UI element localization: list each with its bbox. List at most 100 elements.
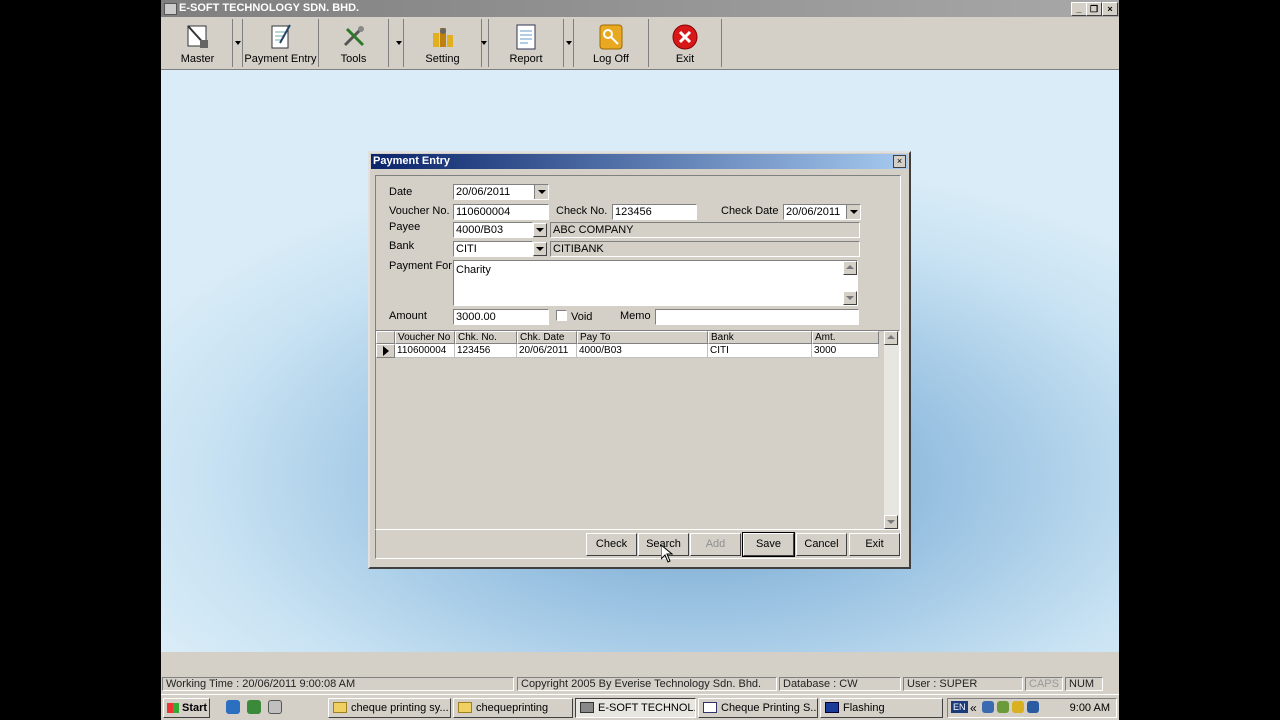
amount-field[interactable]: 3000.00 — [453, 309, 549, 325]
column-header[interactable]: Voucher No — [395, 331, 455, 344]
toolbar-tools-button[interactable]: Tools — [319, 19, 389, 67]
table-cell[interactable]: 20/06/2011 — [517, 344, 577, 358]
grid-scroll-down-icon[interactable] — [884, 515, 898, 529]
media-player-icon[interactable] — [268, 700, 282, 714]
grid-scroll-up-icon[interactable] — [884, 331, 898, 345]
exit-button[interactable]: Exit — [849, 533, 900, 556]
table-cell[interactable]: 123456 — [455, 344, 517, 358]
master-icon — [186, 25, 208, 48]
toolbar-payment-entry-label: Payment Entry — [244, 53, 317, 65]
tray-monitor-icon[interactable] — [1027, 701, 1039, 713]
start-label: Start — [182, 702, 208, 714]
tools-dropdown-arrow[interactable] — [394, 19, 404, 67]
restore-button[interactable]: ❐ — [1086, 2, 1102, 16]
status-num: NUM — [1065, 677, 1103, 691]
dialog-title-bar[interactable]: Payment Entry × — [371, 154, 908, 169]
column-header[interactable]: Bank — [708, 331, 812, 344]
tray-network-icon[interactable] — [982, 701, 994, 713]
report-icon — [516, 24, 536, 50]
add-button[interactable]: Add — [690, 533, 741, 556]
status-database: Database : CW — [779, 677, 901, 691]
table-cell[interactable]: CITI — [708, 344, 812, 358]
tray-shield-icon[interactable] — [1012, 701, 1024, 713]
clock: 9:00 AM — [1069, 702, 1110, 714]
payee-dropdown-icon[interactable] — [533, 223, 547, 237]
save-button[interactable]: Save — [742, 532, 795, 557]
toolbar-setting-label: Setting — [425, 53, 460, 65]
row-selector[interactable] — [376, 344, 395, 358]
ie-icon[interactable] — [226, 700, 240, 714]
payment-for-label: Payment For — [389, 260, 452, 272]
close-button[interactable]: × — [1102, 2, 1118, 16]
check-button[interactable]: Check — [586, 533, 637, 556]
folder-icon — [458, 702, 472, 713]
exit-icon — [672, 24, 698, 50]
language-indicator[interactable]: EN — [951, 701, 968, 713]
table-cell[interactable]: 4000/B03 — [577, 344, 708, 358]
void-label: Void — [571, 311, 593, 323]
taskbar-item-active[interactable]: E-SOFT TECHNOL... — [575, 698, 696, 718]
taskbar-item-label: chequeprinting — [476, 702, 549, 714]
payee-name-field: ABC COMPANY — [550, 222, 860, 238]
grid-corner — [376, 331, 395, 344]
bank-code-field[interactable]: CITI — [453, 241, 533, 257]
payment-for-textarea[interactable]: Charity — [453, 260, 858, 306]
minimize-button[interactable]: _ — [1071, 2, 1087, 16]
taskbar-item-label: E-SOFT TECHNOL... — [598, 702, 696, 714]
date-dropdown-icon[interactable] — [534, 185, 548, 199]
check-no-field[interactable]: 123456 — [612, 204, 697, 220]
setting-dropdown-arrow[interactable] — [479, 19, 489, 67]
dialog-close-icon[interactable]: × — [893, 155, 906, 168]
payment-entry-dialog: Payment Entry × Date 20/06/2011 Voucher … — [368, 151, 911, 569]
toolbar-logoff-button[interactable]: Log Off — [574, 19, 649, 67]
payee-code-field[interactable]: 4000/B03 — [453, 222, 533, 238]
scroll-down-icon[interactable] — [843, 291, 857, 305]
taskbar-item[interactable]: Flashing — [820, 698, 943, 718]
table-cell[interactable]: 110600004 — [395, 344, 455, 358]
taskbar-item[interactable]: chequeprinting — [453, 698, 573, 718]
status-working-time: Working Time : 20/06/2011 9:00:08 AM — [162, 677, 514, 691]
toolbar-setting-button[interactable]: Setting — [404, 19, 482, 67]
column-header[interactable]: Amt. — [812, 331, 879, 344]
tray-app-icon[interactable] — [997, 701, 1009, 713]
mouse-cursor-icon — [661, 545, 673, 563]
quicklaunch-icon[interactable] — [247, 700, 261, 714]
start-button[interactable]: Start — [163, 698, 210, 718]
scroll-up-icon[interactable] — [843, 261, 857, 275]
cancel-button[interactable]: Cancel — [796, 533, 847, 556]
toolbar-exit-button[interactable]: Exit — [649, 19, 722, 67]
check-date-dropdown-icon[interactable] — [846, 205, 860, 219]
date-picker[interactable]: 20/06/2011 — [453, 184, 549, 200]
voucher-no-field[interactable]: 110600004 — [453, 204, 549, 220]
toolbar-report-label: Report — [509, 53, 543, 65]
flash-icon — [825, 702, 839, 713]
taskbar-item-label: Flashing — [843, 702, 885, 714]
void-checkbox[interactable] — [556, 310, 567, 321]
column-header[interactable]: Chk. No. — [455, 331, 517, 344]
status-copyright: Copyright 2005 By Everise Technology Sdn… — [517, 677, 777, 691]
master-dropdown-arrow[interactable] — [233, 19, 243, 67]
column-header[interactable]: Chk. Date — [517, 331, 577, 344]
column-header[interactable]: Pay To — [577, 331, 708, 344]
payment-for-value: Charity — [456, 264, 491, 276]
toolbar-master-button[interactable]: Master — [163, 19, 233, 67]
windows-logo-icon — [167, 703, 179, 713]
setting-icon — [432, 28, 453, 47]
taskbar-item-label: cheque printing sy... — [351, 702, 449, 714]
dialog-title: Payment Entry — [373, 155, 451, 167]
grid-vertical-scrollbar[interactable] — [884, 331, 899, 529]
check-date-picker[interactable]: 20/06/2011 — [783, 204, 861, 220]
taskbar-item[interactable]: cheque printing sy... — [328, 698, 451, 718]
payments-grid[interactable]: Voucher No Chk. No. Chk. Date Pay To Ban… — [375, 330, 900, 530]
table-cell[interactable]: 3000 — [812, 344, 879, 358]
tray-expand-icon[interactable]: « — [970, 701, 977, 715]
memo-field[interactable] — [655, 309, 859, 325]
date-label: Date — [389, 186, 413, 198]
toolbar-payment-entry-button[interactable]: Payment Entry — [243, 19, 319, 67]
taskbar-item[interactable]: Cheque Printing S... — [698, 698, 818, 718]
payment-entry-icon — [271, 24, 291, 49]
bank-dropdown-icon[interactable] — [533, 242, 547, 256]
report-dropdown-arrow[interactable] — [564, 19, 574, 67]
payee-label: Payee — [389, 221, 421, 233]
toolbar-report-button[interactable]: Report — [489, 19, 564, 67]
